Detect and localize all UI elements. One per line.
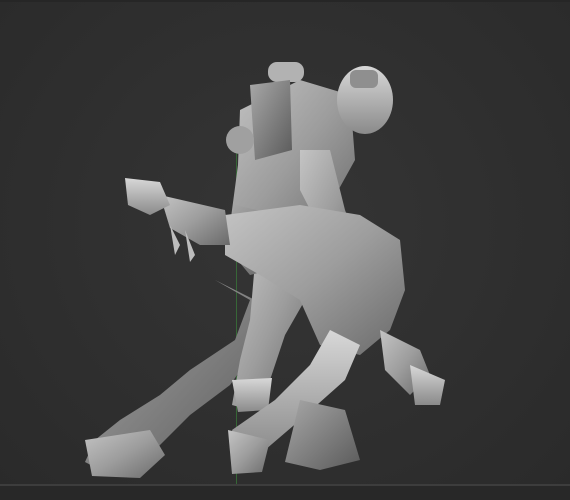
ground-shadow xyxy=(0,486,570,500)
sculpt-model-icon[interactable] xyxy=(0,0,570,500)
sculpt-viewport[interactable] xyxy=(0,0,570,500)
